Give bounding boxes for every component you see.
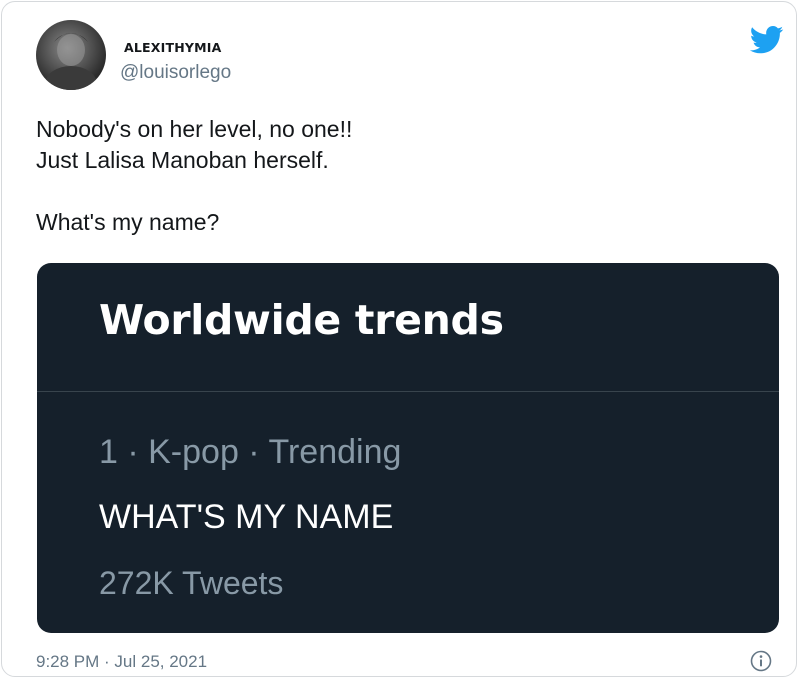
tweet-text: Nobody's on her level, no one!! Just Lal… xyxy=(36,114,736,238)
tweet-line: Just Lalisa Manoban herself. xyxy=(36,147,329,173)
trend-card-image[interactable]: Worldwide trends 1 · K-pop · Trending WH… xyxy=(37,263,779,633)
divider xyxy=(37,391,779,392)
trend-meta: 1 · K-pop · Trending xyxy=(99,433,402,471)
info-icon[interactable] xyxy=(750,650,772,672)
trend-tweet-count: 272K Tweets xyxy=(99,565,284,601)
twitter-bird-icon[interactable] xyxy=(750,26,784,54)
user-handle[interactable]: @louisorlego xyxy=(120,62,231,84)
display-name[interactable]: ALEXITHYMIA xyxy=(124,40,221,55)
tweet-line: What's my name? xyxy=(36,209,220,235)
tweet-card: ALEXITHYMIA @louisorlego Nobody's on her… xyxy=(1,1,797,677)
avatar[interactable] xyxy=(36,20,106,90)
trend-name: WHAT'S MY NAME xyxy=(99,498,394,536)
trend-card-title: Worldwide trends xyxy=(99,296,504,344)
tweet-line: Nobody's on her level, no one!! xyxy=(36,116,353,142)
tweet-timestamp[interactable]: 9:28 PM · Jul 25, 2021 xyxy=(36,652,207,672)
